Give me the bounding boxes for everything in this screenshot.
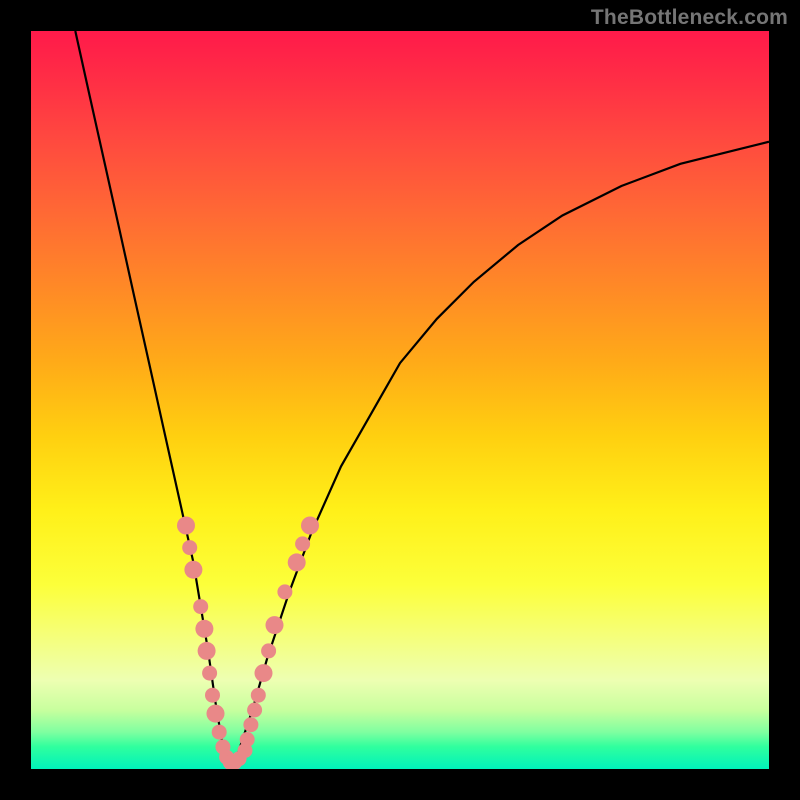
scatter-dot [184,561,202,579]
watermark-text: TheBottleneck.com [591,6,788,30]
scatter-dot [240,732,255,747]
scatter-dot [277,584,292,599]
scatter-dot [255,664,273,682]
scatter-dot [288,553,306,571]
scatter-dot [212,725,227,740]
scatter-dot [207,705,225,723]
chart-stage: TheBottleneck.com [0,0,800,800]
scatter-dot [177,517,195,535]
scatter-dot [295,536,310,551]
scatter-group [177,517,319,770]
scatter-dot [193,599,208,614]
scatter-dot [301,517,319,535]
scatter-dot [247,703,262,718]
curve-svg [31,31,769,769]
plot-area [31,31,769,769]
scatter-dot [202,666,217,681]
scatter-dot [243,717,258,732]
bottleneck-curve [75,31,769,769]
scatter-dot [198,642,216,660]
scatter-dot [205,688,220,703]
scatter-dot [261,643,276,658]
scatter-dot [266,616,284,634]
scatter-dot [251,688,266,703]
scatter-dot [195,620,213,638]
scatter-dot [182,540,197,555]
